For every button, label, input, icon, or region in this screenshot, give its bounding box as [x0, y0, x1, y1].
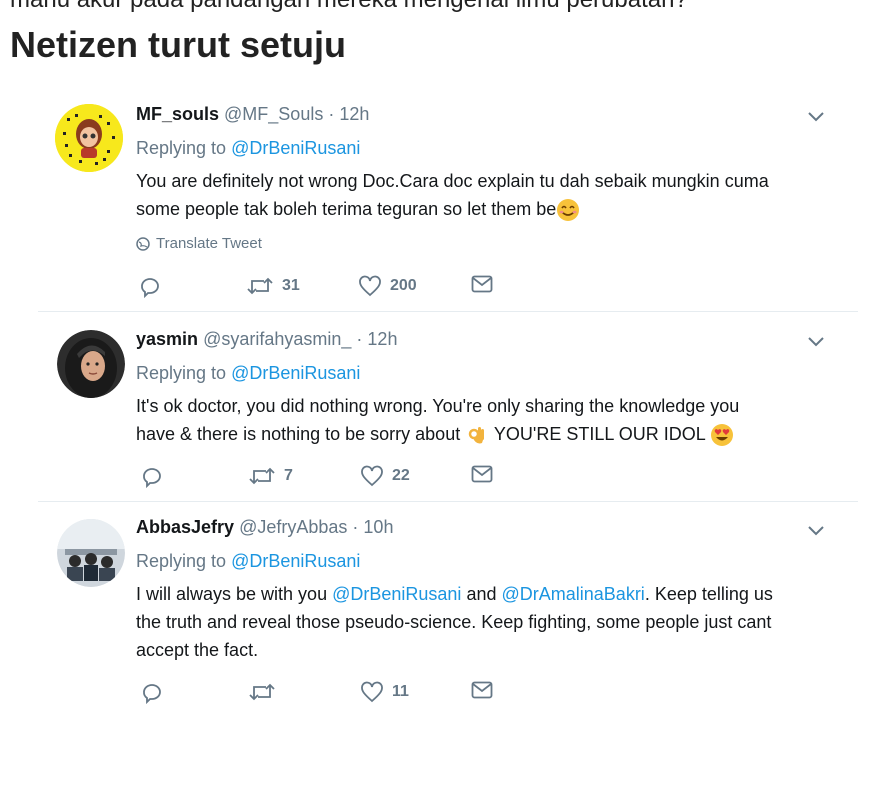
reply-icon	[143, 684, 161, 705]
like-button[interactable]: 11	[360, 681, 409, 703]
like-count: 22	[392, 467, 410, 484]
tweet-text-segment: some people tak boleh terima teguran so …	[136, 199, 557, 219]
chevron-down-icon[interactable]	[807, 525, 825, 537]
timestamp[interactable]: 10h	[363, 517, 393, 537]
mention-link[interactable]: @DrAmalinaBakri	[502, 584, 645, 604]
envelope-icon	[471, 681, 493, 699]
separator-dot: ·	[328, 104, 335, 124]
tweet-text: I will always be with you @DrBeniRusani …	[136, 580, 836, 664]
envelope-icon	[471, 275, 493, 293]
retweet-button[interactable]: 7	[248, 465, 293, 487]
heart-icon	[361, 465, 383, 487]
retweet-button[interactable]	[248, 681, 284, 703]
translate-tweet-link[interactable]: Translate Tweet	[136, 235, 262, 252]
tweet-text-segment: . Keep telling us	[644, 584, 773, 604]
retweet-icon	[249, 467, 275, 485]
reply-icon	[141, 278, 159, 299]
article-heading: Netizen turut setuju	[10, 24, 347, 65]
tweet-divider	[38, 311, 858, 312]
globe-icon	[136, 236, 150, 251]
retweet-button[interactable]: 31	[246, 275, 300, 297]
tweet-header: yasmin @syarifahyasmin_ · 12h	[136, 329, 397, 350]
separator-dot: ·	[352, 517, 359, 537]
heart-eyes-emoji-icon	[711, 424, 734, 447]
tweet-text-line: have & there is nothing to be sorry abou…	[136, 420, 836, 448]
retweet-icon	[247, 277, 273, 295]
envelope-icon	[471, 465, 493, 483]
tweet-actions: 11	[140, 681, 500, 707]
like-button[interactable]: 200	[358, 275, 417, 297]
replying-to-line: Replying to @DrBeniRusani	[136, 138, 360, 159]
separator-dot: ·	[356, 329, 363, 349]
replying-mention[interactable]: @DrBeniRusani	[231, 138, 360, 158]
reply-button[interactable]	[140, 681, 164, 705]
reply-button[interactable]	[138, 275, 162, 299]
display-name[interactable]: MF_souls	[136, 104, 219, 124]
heart-icon	[361, 681, 383, 703]
ok-hand-emoji-icon	[468, 427, 485, 444]
retweet-count: 7	[284, 467, 293, 484]
like-count: 11	[392, 683, 409, 700]
retweet-icon	[249, 683, 275, 701]
tweet-text-line: the truth and reveal those pseudo-scienc…	[136, 612, 772, 632]
tweet-text-line: accept the fact.	[136, 640, 259, 660]
tweet-text-segment: and	[466, 584, 497, 604]
tweet-text-line: I will always be with you @DrBeniRusani …	[136, 580, 836, 608]
display-name[interactable]: yasmin	[136, 329, 198, 349]
like-button[interactable]: 22	[360, 465, 410, 487]
tweet-text-line: It's ok doctor, you did nothing wrong. Y…	[136, 396, 740, 416]
tweet-text-segment: have & there is nothing to be sorry abou…	[136, 424, 461, 444]
replying-label: Replying to	[136, 363, 227, 383]
tweet-header: AbbasJefry @JefryAbbas · 10h	[136, 517, 393, 538]
tweet-text-segment: I will always be with you	[136, 584, 328, 604]
heart-icon	[359, 275, 381, 297]
tweet-divider	[38, 501, 858, 502]
replying-mention[interactable]: @DrBeniRusani	[231, 363, 360, 383]
retweet-count: 31	[282, 277, 300, 294]
user-handle[interactable]: @JefryAbbas	[239, 517, 347, 537]
replying-label: Replying to	[136, 138, 227, 158]
direct-message-button[interactable]	[471, 465, 493, 483]
chevron-down-icon[interactable]	[807, 111, 825, 123]
user-handle[interactable]: @syarifahyasmin_	[203, 329, 351, 349]
like-count: 200	[390, 277, 417, 294]
tweet-text-line: some people tak boleh terima teguran so …	[136, 195, 836, 223]
replying-to-line: Replying to @DrBeniRusani	[136, 551, 360, 572]
tweet-text: You are definitely not wrong Doc.Cara do…	[136, 167, 836, 223]
replying-label: Replying to	[136, 551, 227, 571]
reply-icon	[143, 468, 161, 489]
tweet-actions: 31 200	[138, 275, 498, 301]
replying-mention[interactable]: @DrBeniRusani	[231, 551, 360, 571]
article-partial-line: manu akur pada pandangan mereka mengenai…	[10, 0, 688, 14]
direct-message-button[interactable]	[471, 681, 493, 699]
user-handle[interactable]: @MF_Souls	[224, 104, 323, 124]
avatar[interactable]	[57, 330, 125, 398]
reply-button[interactable]	[140, 465, 164, 489]
replying-to-line: Replying to @DrBeniRusani	[136, 363, 360, 384]
timestamp[interactable]: 12h	[339, 104, 369, 124]
tweet-text: It's ok doctor, you did nothing wrong. Y…	[136, 392, 836, 448]
direct-message-button[interactable]	[471, 275, 493, 293]
tweet-text-segment: YOU'RE STILL OUR IDOL	[493, 424, 706, 444]
avatar[interactable]	[57, 519, 125, 587]
tweet-header: MF_souls @MF_Souls · 12h	[136, 104, 369, 125]
translate-label: Translate Tweet	[156, 235, 262, 252]
smiling-face-emoji-icon	[557, 199, 580, 222]
display-name[interactable]: AbbasJefry	[136, 517, 234, 537]
mention-link[interactable]: @DrBeniRusani	[332, 584, 461, 604]
chevron-down-icon[interactable]	[807, 336, 825, 348]
timestamp[interactable]: 12h	[367, 329, 397, 349]
tweet-actions: 7 22	[140, 465, 500, 491]
tweet-text-line: You are definitely not wrong Doc.Cara do…	[136, 171, 769, 191]
avatar[interactable]	[55, 104, 123, 172]
